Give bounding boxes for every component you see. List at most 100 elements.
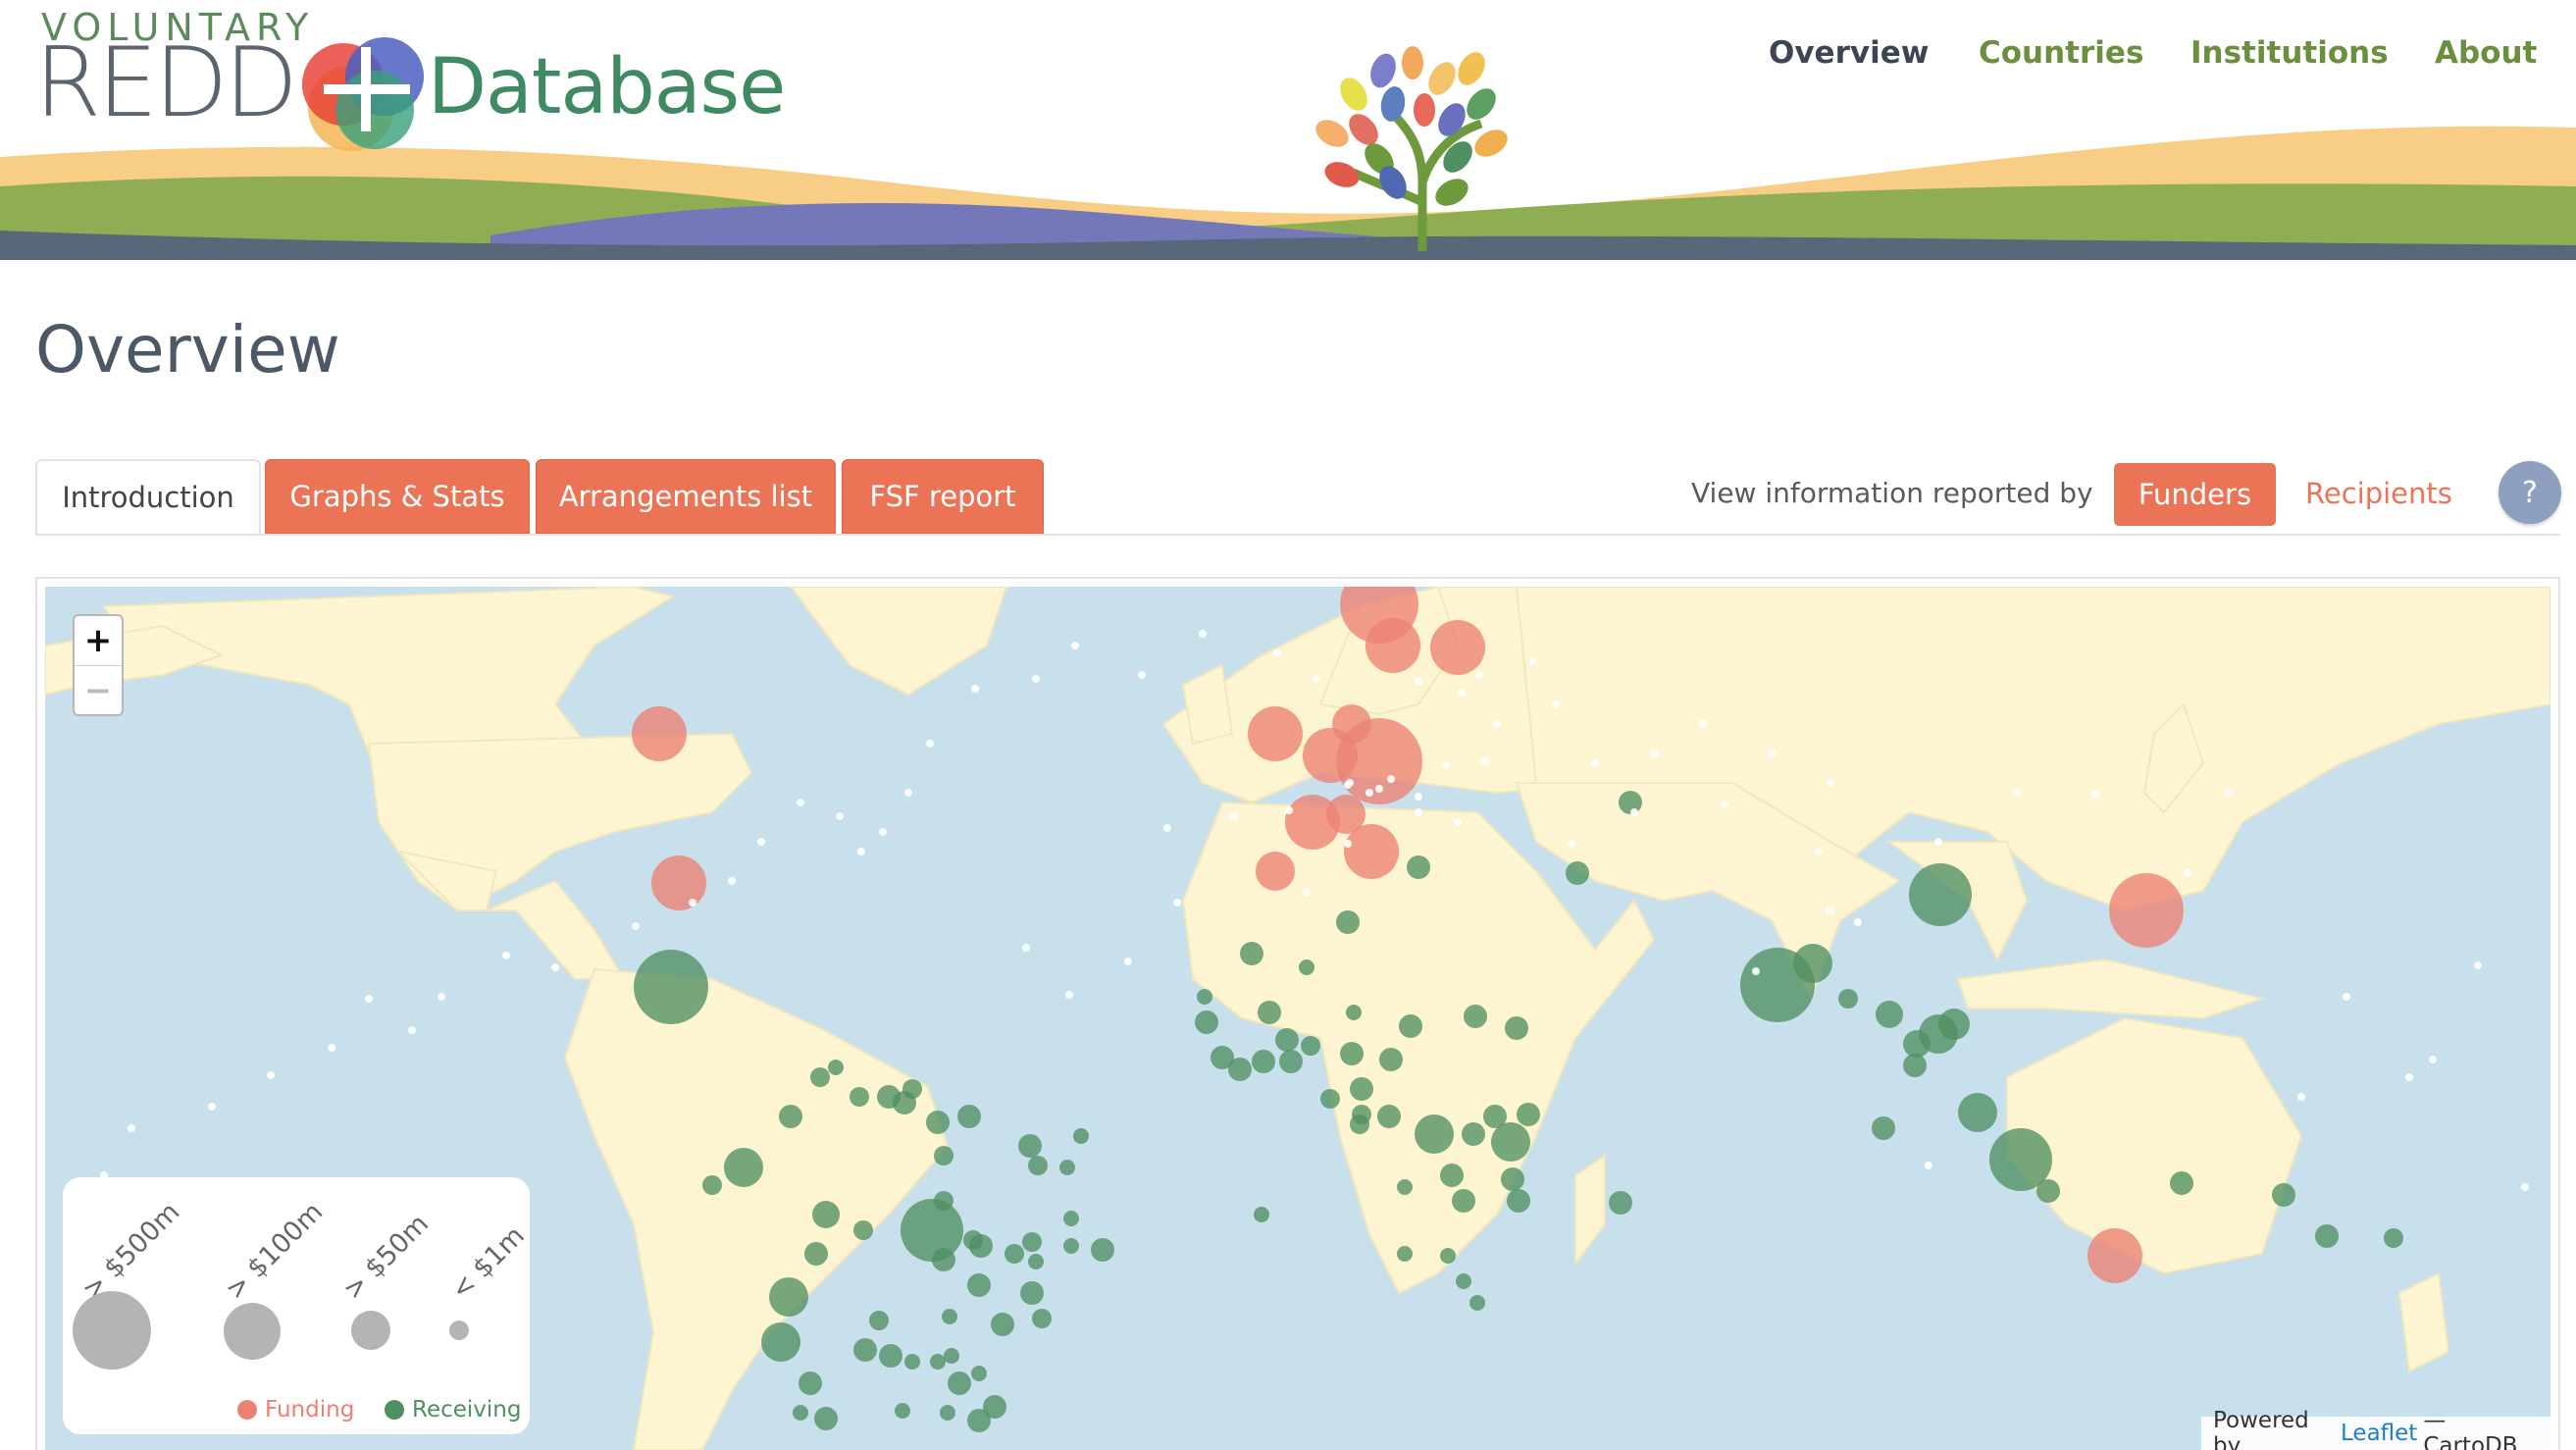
receiving-marker-69[interactable] <box>1609 1191 1632 1215</box>
receiving-marker-66[interactable] <box>1397 1179 1413 1195</box>
receiving-marker-33[interactable] <box>1619 791 1642 814</box>
receiving-marker-122[interactable] <box>793 1405 808 1421</box>
help-button[interactable]: ? <box>2499 461 2561 524</box>
receiving-marker-67[interactable] <box>1452 1189 1475 1213</box>
tab-introduction[interactable]: Introduction <box>35 459 261 534</box>
receiving-marker-28[interactable] <box>1872 1116 1895 1140</box>
receiving-marker-91[interactable] <box>902 1079 922 1099</box>
funding-marker-9[interactable] <box>1344 824 1399 879</box>
receiving-marker-57[interactable] <box>1377 1105 1401 1128</box>
receiving-marker-54[interactable] <box>1350 1077 1373 1101</box>
receiving-marker-117[interactable] <box>991 1313 1014 1336</box>
receiving-marker-49[interactable] <box>1279 1050 1303 1073</box>
receiving-marker-79[interactable] <box>804 1242 828 1266</box>
receiving-marker-30[interactable] <box>2272 1183 2295 1207</box>
receiving-marker-109[interactable] <box>983 1395 1006 1419</box>
receiving-marker-43[interactable] <box>1258 1001 1281 1024</box>
funding-marker-2[interactable] <box>1430 620 1485 675</box>
receiving-marker-111[interactable] <box>930 1354 946 1370</box>
receiving-marker-95[interactable] <box>1028 1156 1048 1175</box>
receiving-marker-35[interactable] <box>1464 1005 1487 1028</box>
receiving-marker-123[interactable] <box>814 1407 838 1430</box>
funding-marker-14[interactable] <box>2087 1228 2142 1283</box>
receiving-marker-59[interactable] <box>1415 1114 1454 1154</box>
receiving-marker-25[interactable] <box>1958 1093 1997 1132</box>
receiving-marker-65[interactable] <box>1501 1167 1524 1191</box>
receiving-marker-36[interactable] <box>1505 1016 1528 1040</box>
receiving-marker-124[interactable] <box>1063 1211 1079 1226</box>
receiving-marker-40[interactable] <box>1299 959 1314 975</box>
funding-marker-13[interactable] <box>2109 873 2184 948</box>
recipients-button[interactable]: Recipients <box>2305 477 2452 510</box>
receiving-marker-98[interactable] <box>934 1146 953 1165</box>
receiving-marker-74[interactable] <box>1254 1207 1269 1222</box>
receiving-marker-92[interactable] <box>926 1111 950 1134</box>
receiving-marker-81[interactable] <box>761 1322 800 1362</box>
tab-graphs-stats[interactable]: Graphs & Stats <box>265 459 530 534</box>
receiving-marker-88[interactable] <box>850 1087 869 1107</box>
zoom-in-button[interactable]: + <box>75 616 122 666</box>
receiving-marker-86[interactable] <box>810 1067 830 1087</box>
receiving-marker-27[interactable] <box>2036 1179 2060 1203</box>
receiving-marker-118[interactable] <box>969 1234 993 1258</box>
receiving-marker-64[interactable] <box>1440 1164 1464 1187</box>
tab-arrangements-list[interactable]: Arrangements list <box>536 459 836 534</box>
receiving-marker-50[interactable] <box>1228 1058 1252 1081</box>
receiving-marker-52[interactable] <box>1340 1042 1364 1065</box>
receiving-marker-93[interactable] <box>957 1105 981 1128</box>
receiving-marker-38[interactable] <box>1336 910 1360 934</box>
receiving-marker-51[interactable] <box>1301 1036 1320 1056</box>
receiving-marker-104[interactable] <box>942 1309 957 1324</box>
receiving-marker-96[interactable] <box>1073 1128 1089 1144</box>
tab-fsf-report[interactable]: FSF report <box>842 459 1044 534</box>
receiving-marker-48[interactable] <box>1252 1050 1275 1073</box>
receiving-marker-72[interactable] <box>1456 1273 1471 1289</box>
receiving-marker-84[interactable] <box>724 1148 763 1187</box>
receiving-marker-107[interactable] <box>940 1405 955 1421</box>
receiving-marker-63[interactable] <box>1491 1122 1530 1162</box>
nav-institutions[interactable]: Institutions <box>2190 35 2389 71</box>
receiving-marker-70[interactable] <box>1397 1246 1413 1262</box>
receiving-marker-44[interactable] <box>1346 1005 1362 1020</box>
receiving-marker-80[interactable] <box>769 1277 808 1317</box>
receiving-marker-99[interactable] <box>934 1191 953 1211</box>
receiving-marker-15[interactable] <box>634 950 708 1024</box>
receiving-marker-34[interactable] <box>1566 861 1589 885</box>
receiving-marker-121[interactable] <box>799 1372 822 1395</box>
receiving-marker-31[interactable] <box>2315 1224 2339 1248</box>
receiving-marker-103[interactable] <box>1028 1254 1044 1269</box>
receiving-marker-101[interactable] <box>1005 1244 1024 1264</box>
receiving-marker-105[interactable] <box>944 1348 959 1364</box>
receiving-marker-58[interactable] <box>1350 1114 1369 1134</box>
receiving-marker-125[interactable] <box>1063 1238 1079 1254</box>
receiving-marker-62[interactable] <box>1462 1122 1485 1146</box>
nav-countries[interactable]: Countries <box>1979 35 2143 71</box>
receiving-marker-106[interactable] <box>895 1403 910 1419</box>
receiving-marker-21[interactable] <box>1838 989 1858 1009</box>
receiving-marker-32[interactable] <box>2384 1228 2403 1248</box>
receiving-marker-37[interactable] <box>1407 855 1430 879</box>
receiving-marker-87[interactable] <box>828 1060 844 1075</box>
receiving-marker-71[interactable] <box>1440 1248 1456 1264</box>
receiving-marker-45[interactable] <box>1399 1014 1422 1038</box>
receiving-marker-29[interactable] <box>2170 1171 2193 1195</box>
receiving-marker-46[interactable] <box>1275 1028 1299 1052</box>
receiving-marker-41[interactable] <box>1197 989 1212 1005</box>
receiving-marker-77[interactable] <box>932 1248 955 1271</box>
receiving-marker-68[interactable] <box>1507 1189 1530 1213</box>
receiving-marker-16[interactable] <box>1909 863 1972 926</box>
receiving-marker-20[interactable] <box>1938 1009 1970 1040</box>
receiving-marker-73[interactable] <box>1469 1295 1485 1311</box>
receiving-marker-78[interactable] <box>853 1220 873 1240</box>
funding-marker-1[interactable] <box>1365 618 1420 673</box>
funding-marker-3[interactable] <box>1248 706 1303 761</box>
receiving-marker-119[interactable] <box>967 1273 991 1297</box>
receiving-marker-113[interactable] <box>904 1354 920 1370</box>
receiving-marker-112[interactable] <box>948 1372 971 1395</box>
nav-about[interactable]: About <box>2435 35 2537 71</box>
funding-marker-10[interactable] <box>1256 852 1295 891</box>
funders-button[interactable]: Funders <box>2114 463 2276 526</box>
receiving-marker-39[interactable] <box>1240 942 1263 965</box>
receiving-marker-53[interactable] <box>1379 1048 1403 1071</box>
leaflet-link[interactable]: Leaflet <box>2341 1421 2417 1446</box>
